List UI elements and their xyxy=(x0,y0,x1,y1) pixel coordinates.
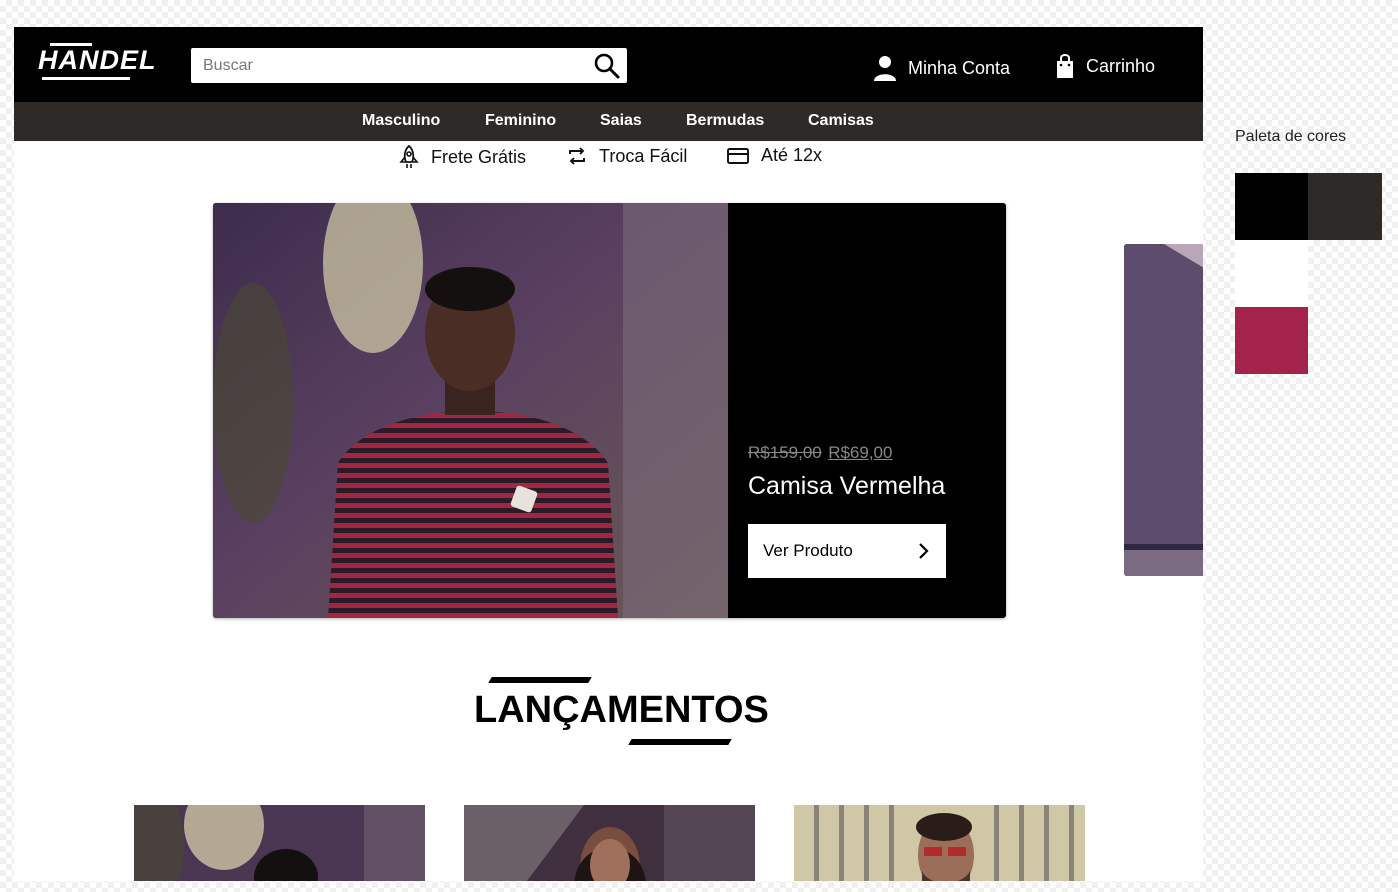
perk-free-shipping: Frete Grátis xyxy=(399,145,526,169)
hero-product-photo[interactable] xyxy=(213,203,728,618)
color-swatch-dark-brown xyxy=(1308,173,1382,240)
view-product-button[interactable]: Ver Produto xyxy=(748,524,946,578)
account-label: Minha Conta xyxy=(908,57,1011,78)
section-title: LANÇAMENTOS xyxy=(474,689,769,731)
title-decor-bottom xyxy=(628,739,732,745)
search-box xyxy=(191,48,627,83)
category-nav: Masculino Feminino Saias Bermudas Camisa… xyxy=(14,102,1203,141)
perk-easy-exchange: Troca Fácil xyxy=(567,145,687,167)
nav-item-bermudas[interactable]: Bermudas xyxy=(686,112,764,130)
old-price: R$159,00 xyxy=(748,443,822,462)
perk-label: Até 12x xyxy=(761,145,823,165)
color-swatch-black xyxy=(1235,173,1308,240)
logo-underline xyxy=(42,77,130,80)
user-icon xyxy=(874,56,896,81)
product-card-1[interactable] xyxy=(134,805,425,881)
sale-price: R$69,00 xyxy=(828,443,893,462)
account-link[interactable]: Minha Conta xyxy=(874,55,1010,81)
hero-info: R$159,00 R$69,00 Camisa Vermelha xyxy=(748,443,945,501)
view-product-label: Ver Produto xyxy=(763,541,853,560)
perk-label: Troca Fácil xyxy=(599,145,688,166)
perk-label: Frete Grátis xyxy=(431,146,527,167)
nav-item-masculino[interactable]: Masculino xyxy=(362,112,440,130)
rocket-icon xyxy=(399,145,419,168)
search-icon[interactable] xyxy=(593,52,621,80)
perk-installments: Até 12x xyxy=(727,145,822,166)
product-title: Camisa Vermelha xyxy=(748,472,946,500)
search-input[interactable] xyxy=(203,48,583,83)
product-card-3[interactable] xyxy=(794,805,1085,881)
exchange-icon xyxy=(569,147,585,165)
nav-item-feminino[interactable]: Feminino xyxy=(485,112,556,130)
cart-label: Carrinho xyxy=(1086,55,1156,76)
product-card-2[interactable] xyxy=(464,805,755,881)
nav-item-camisas[interactable]: Camisas xyxy=(808,112,874,130)
credit-card-icon xyxy=(727,147,749,164)
header: HANDEL Minha Conta xyxy=(14,27,1203,102)
shopping-bag-icon xyxy=(1057,54,1073,78)
hero-banner: R$159,00 R$69,00 Camisa Vermelha Ver Pro… xyxy=(213,203,1006,618)
color-swatch-crimson xyxy=(1235,307,1308,374)
title-decor-top xyxy=(488,677,592,683)
page-frame: HANDEL Minha Conta xyxy=(14,27,1203,881)
color-swatch-white xyxy=(1235,240,1308,307)
palette-label: Paleta de cores xyxy=(1235,128,1347,145)
chevron-right-icon xyxy=(919,543,929,559)
next-slide-preview[interactable] xyxy=(1124,244,1203,576)
cart-link[interactable]: Carrinho xyxy=(1056,53,1155,79)
nav-item-saias[interactable]: Saias xyxy=(600,112,642,130)
logo[interactable]: HANDEL xyxy=(38,45,157,75)
